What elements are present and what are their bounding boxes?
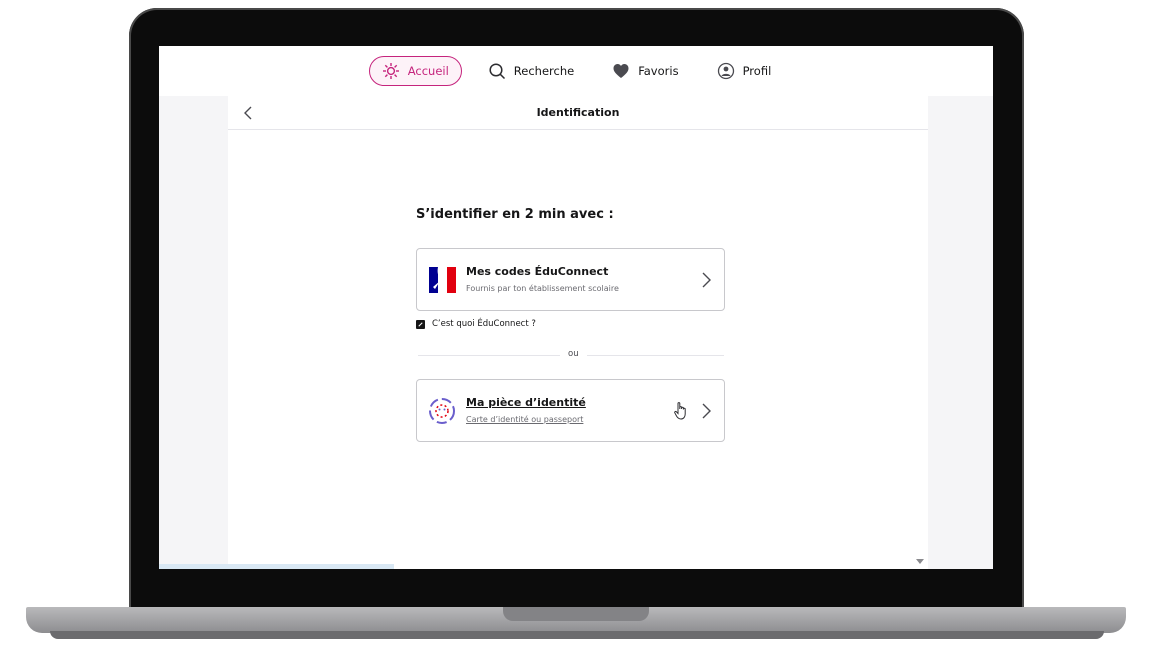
nav-item-favoris[interactable]: Favoris [600,56,690,86]
search-icon [488,62,506,80]
identity-document-title: Ma pièce d’identité [466,396,586,409]
nav-label-favoris: Favoris [638,64,679,78]
educonnect-info-label: C’est quoi ÉduConnect ? [432,319,536,329]
educonnect-subtitle: Fournis par ton établissement scolaire [466,284,619,293]
identity-document-option-button[interactable]: Ma pièce d’identité Carte d’identité ou … [416,379,725,442]
chevron-right-icon [700,403,712,419]
sun-icon [382,62,400,80]
bottom-scroll-strip [159,564,394,569]
back-arrow-icon[interactable] [240,104,258,122]
identification-sheet: Identification S’identifier en 2 min ave… [228,96,928,569]
app-navigation: Accueil Recherche Favoris Profil [159,46,993,96]
nav-item-accueil[interactable]: Accueil [368,56,462,86]
divider-label: ou [560,349,587,359]
sheet-header: Identification [228,96,928,130]
laptop-base-bottom [50,631,1104,639]
user-icon [717,62,735,80]
scroll-down-arrow-icon[interactable] [916,559,924,564]
educonnect-title: Mes codes ÉduConnect [466,265,609,278]
page-subtitle: S’identifier en 2 min avec : [416,207,614,222]
laptop-notch [503,607,649,621]
republique-francaise-logo-icon [427,265,457,295]
chevron-right-icon [700,272,712,288]
page-title: Identification [536,106,620,119]
educonnect-info-link[interactable]: C’est quoi ÉduConnect ? [416,319,536,329]
external-link-icon [416,319,425,329]
nav-label-profil: Profil [742,64,772,78]
hand-pointer-icon [672,401,690,421]
nav-label-recherche: Recherche [513,64,575,78]
heart-icon [612,62,630,80]
nav-label-accueil: Accueil [407,64,449,78]
nav-item-recherche[interactable]: Recherche [476,56,586,86]
laptop-screen: Accueil Recherche Favoris Profil Identif… [159,46,993,569]
identity-document-subtitle: Carte d’identité ou passeport [466,415,584,424]
educonnect-option-button[interactable]: Mes codes ÉduConnect Fournis par ton éta… [416,248,725,311]
nav-item-profil[interactable]: Profil [705,56,784,86]
face-scan-icon [427,396,457,426]
